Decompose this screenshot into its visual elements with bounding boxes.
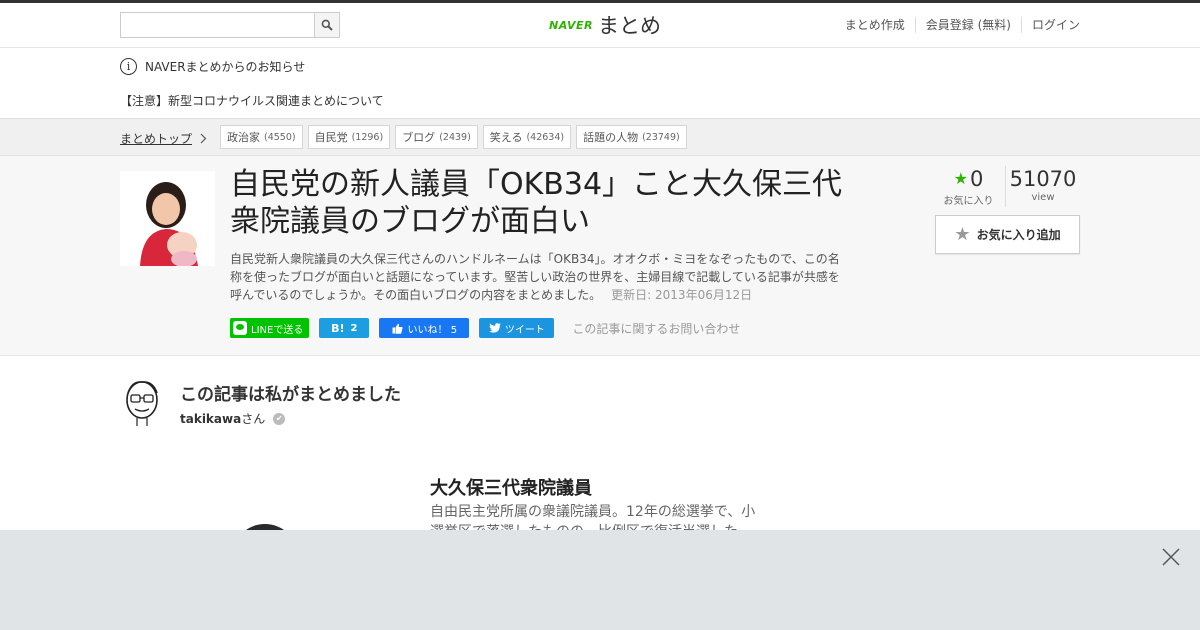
create-matome-link[interactable]: まとめ作成 bbox=[835, 17, 915, 33]
line-share-label: LINEで送る bbox=[251, 324, 304, 336]
close-overlay-button[interactable] bbox=[1162, 548, 1180, 566]
article-description: 自民党新人衆院議員の大久保三代さんのハンドルネームは「OKB34」。オオクボ・ミ… bbox=[230, 250, 850, 304]
hatena-icon: B! bbox=[331, 321, 345, 335]
author-suffix: さん bbox=[241, 412, 266, 426]
tag-item[interactable]: ブログ (2439) bbox=[395, 125, 478, 149]
views-count: 51070 bbox=[1009, 167, 1077, 191]
share-bar: LINEで送る B! 2 いいね！ 5 ツイート この記事に関するお問い合わせ bbox=[230, 318, 740, 338]
article-stats: ★ 0 お気に入り 51070 view bbox=[932, 166, 1080, 207]
search-button[interactable] bbox=[314, 13, 339, 37]
tweet-button[interactable]: ツイート bbox=[479, 318, 555, 338]
logo-name: まとめ bbox=[597, 14, 661, 38]
tag-count: (1296) bbox=[351, 131, 384, 143]
tag-count: (23749) bbox=[642, 131, 680, 143]
search-input[interactable] bbox=[121, 13, 315, 37]
notice-area: i NAVERまとめからのお知らせ 【注意】新型コロナウイルス関連まとめについて bbox=[0, 48, 1200, 118]
tag-count: (4550) bbox=[264, 131, 296, 143]
line-share-button[interactable]: LINEで送る bbox=[230, 318, 310, 338]
hatena-count: 2 bbox=[350, 322, 358, 334]
close-icon bbox=[1162, 548, 1180, 566]
favorites-count: 0 bbox=[969, 167, 984, 191]
views-label: view bbox=[1031, 192, 1055, 203]
tag-item[interactable]: 笑える (42634) bbox=[482, 125, 572, 149]
chevron-right-icon bbox=[200, 133, 207, 144]
author-heading: この記事は私がまとめました bbox=[180, 385, 401, 405]
views-stat: 51070 view bbox=[1006, 166, 1080, 207]
tag-label: 笑える bbox=[489, 131, 523, 144]
tag-label: 話題の人物 bbox=[583, 131, 639, 144]
star-icon: ★ bbox=[953, 169, 968, 188]
tweet-label: ツイート bbox=[504, 324, 545, 336]
logo-brand: NAVER bbox=[549, 18, 593, 32]
favorites-stat: ★ 0 お気に入り bbox=[932, 166, 1006, 207]
facebook-like-label: いいね！ 5 bbox=[407, 324, 458, 336]
twitter-bird-icon bbox=[488, 323, 501, 333]
inquiry-link[interactable]: この記事に関するお問い合わせ bbox=[572, 320, 740, 337]
notice-info[interactable]: i NAVERまとめからのお知らせ bbox=[120, 58, 305, 75]
author-section: この記事は私がまとめました takikawa さん ✔ 大久保三代衆院議員 自由民… bbox=[0, 356, 1200, 590]
line-icon bbox=[233, 321, 247, 335]
star-icon: ★ bbox=[954, 224, 971, 245]
search-box bbox=[120, 12, 340, 38]
updated-date: 更新日: 2013年06月12日 bbox=[611, 288, 753, 302]
tag-count: (42634) bbox=[526, 131, 565, 143]
breadcrumb-top-link[interactable]: まとめトップ bbox=[120, 130, 207, 147]
tag-item[interactable]: 自民党 (1296) bbox=[307, 125, 391, 149]
login-link[interactable]: ログイン bbox=[1020, 17, 1080, 33]
breadcrumb: まとめトップ 政治家 (4550) 自民党 (1296) ブログ (2439) 笑える… bbox=[0, 118, 1200, 156]
tag-item[interactable]: 話題の人物 (23749) bbox=[576, 125, 687, 149]
site-logo[interactable]: NAVER まとめ bbox=[549, 11, 661, 39]
bottom-ad-overlay bbox=[0, 530, 1200, 630]
site-header: NAVER まとめ まとめ作成 会員登録 (無料) ログイン bbox=[0, 3, 1200, 48]
article-header: 自民党の新人議員「OKB34」こと大久保三代衆院議員のブログが面白い 自民党新人… bbox=[0, 156, 1200, 356]
notice-link[interactable]: 【注意】新型コロナウイルス関連まとめについて bbox=[120, 92, 384, 109]
article-title: 自民党の新人議員「OKB34」こと大久保三代衆院議員のブログが面白い bbox=[230, 167, 843, 239]
verified-check-icon: ✔ bbox=[273, 412, 286, 425]
tag-item[interactable]: 政治家 (4550) bbox=[220, 125, 303, 149]
header-nav: まとめ作成 会員登録 (無料) ログイン bbox=[835, 17, 1080, 33]
search-icon bbox=[321, 19, 333, 31]
hatena-bookmark-button[interactable]: B! 2 bbox=[319, 318, 370, 338]
author-name[interactable]: takikawa さん ✔ bbox=[180, 410, 286, 427]
facebook-like-button[interactable]: いいね！ 5 bbox=[379, 318, 470, 338]
tag-label: ブログ bbox=[402, 131, 436, 144]
favorites-label: お気に入り bbox=[943, 196, 994, 207]
thumbs-up-icon bbox=[392, 323, 403, 334]
author-username: takikawa bbox=[180, 411, 242, 426]
tag-label: 自民党 bbox=[314, 131, 348, 144]
tag-label: 政治家 bbox=[227, 131, 260, 144]
notice-info-text: NAVERまとめからのお知らせ bbox=[145, 60, 306, 74]
add-favorite-button[interactable]: ★ お気に入り追加 bbox=[935, 215, 1080, 254]
info-icon: i bbox=[120, 58, 137, 75]
author-avatar[interactable] bbox=[120, 378, 166, 428]
item-title: 大久保三代衆院議員 bbox=[430, 478, 592, 499]
article-thumbnail bbox=[120, 171, 215, 266]
tag-count: (2439) bbox=[439, 131, 471, 143]
breadcrumb-top-label: まとめトップ bbox=[120, 132, 193, 146]
register-link[interactable]: 会員登録 (無料) bbox=[914, 17, 1021, 33]
add-favorite-label: お気に入り追加 bbox=[976, 228, 1061, 242]
tag-list: 政治家 (4550) 自民党 (1296) ブログ (2439) 笑える (42634)… bbox=[220, 125, 692, 149]
